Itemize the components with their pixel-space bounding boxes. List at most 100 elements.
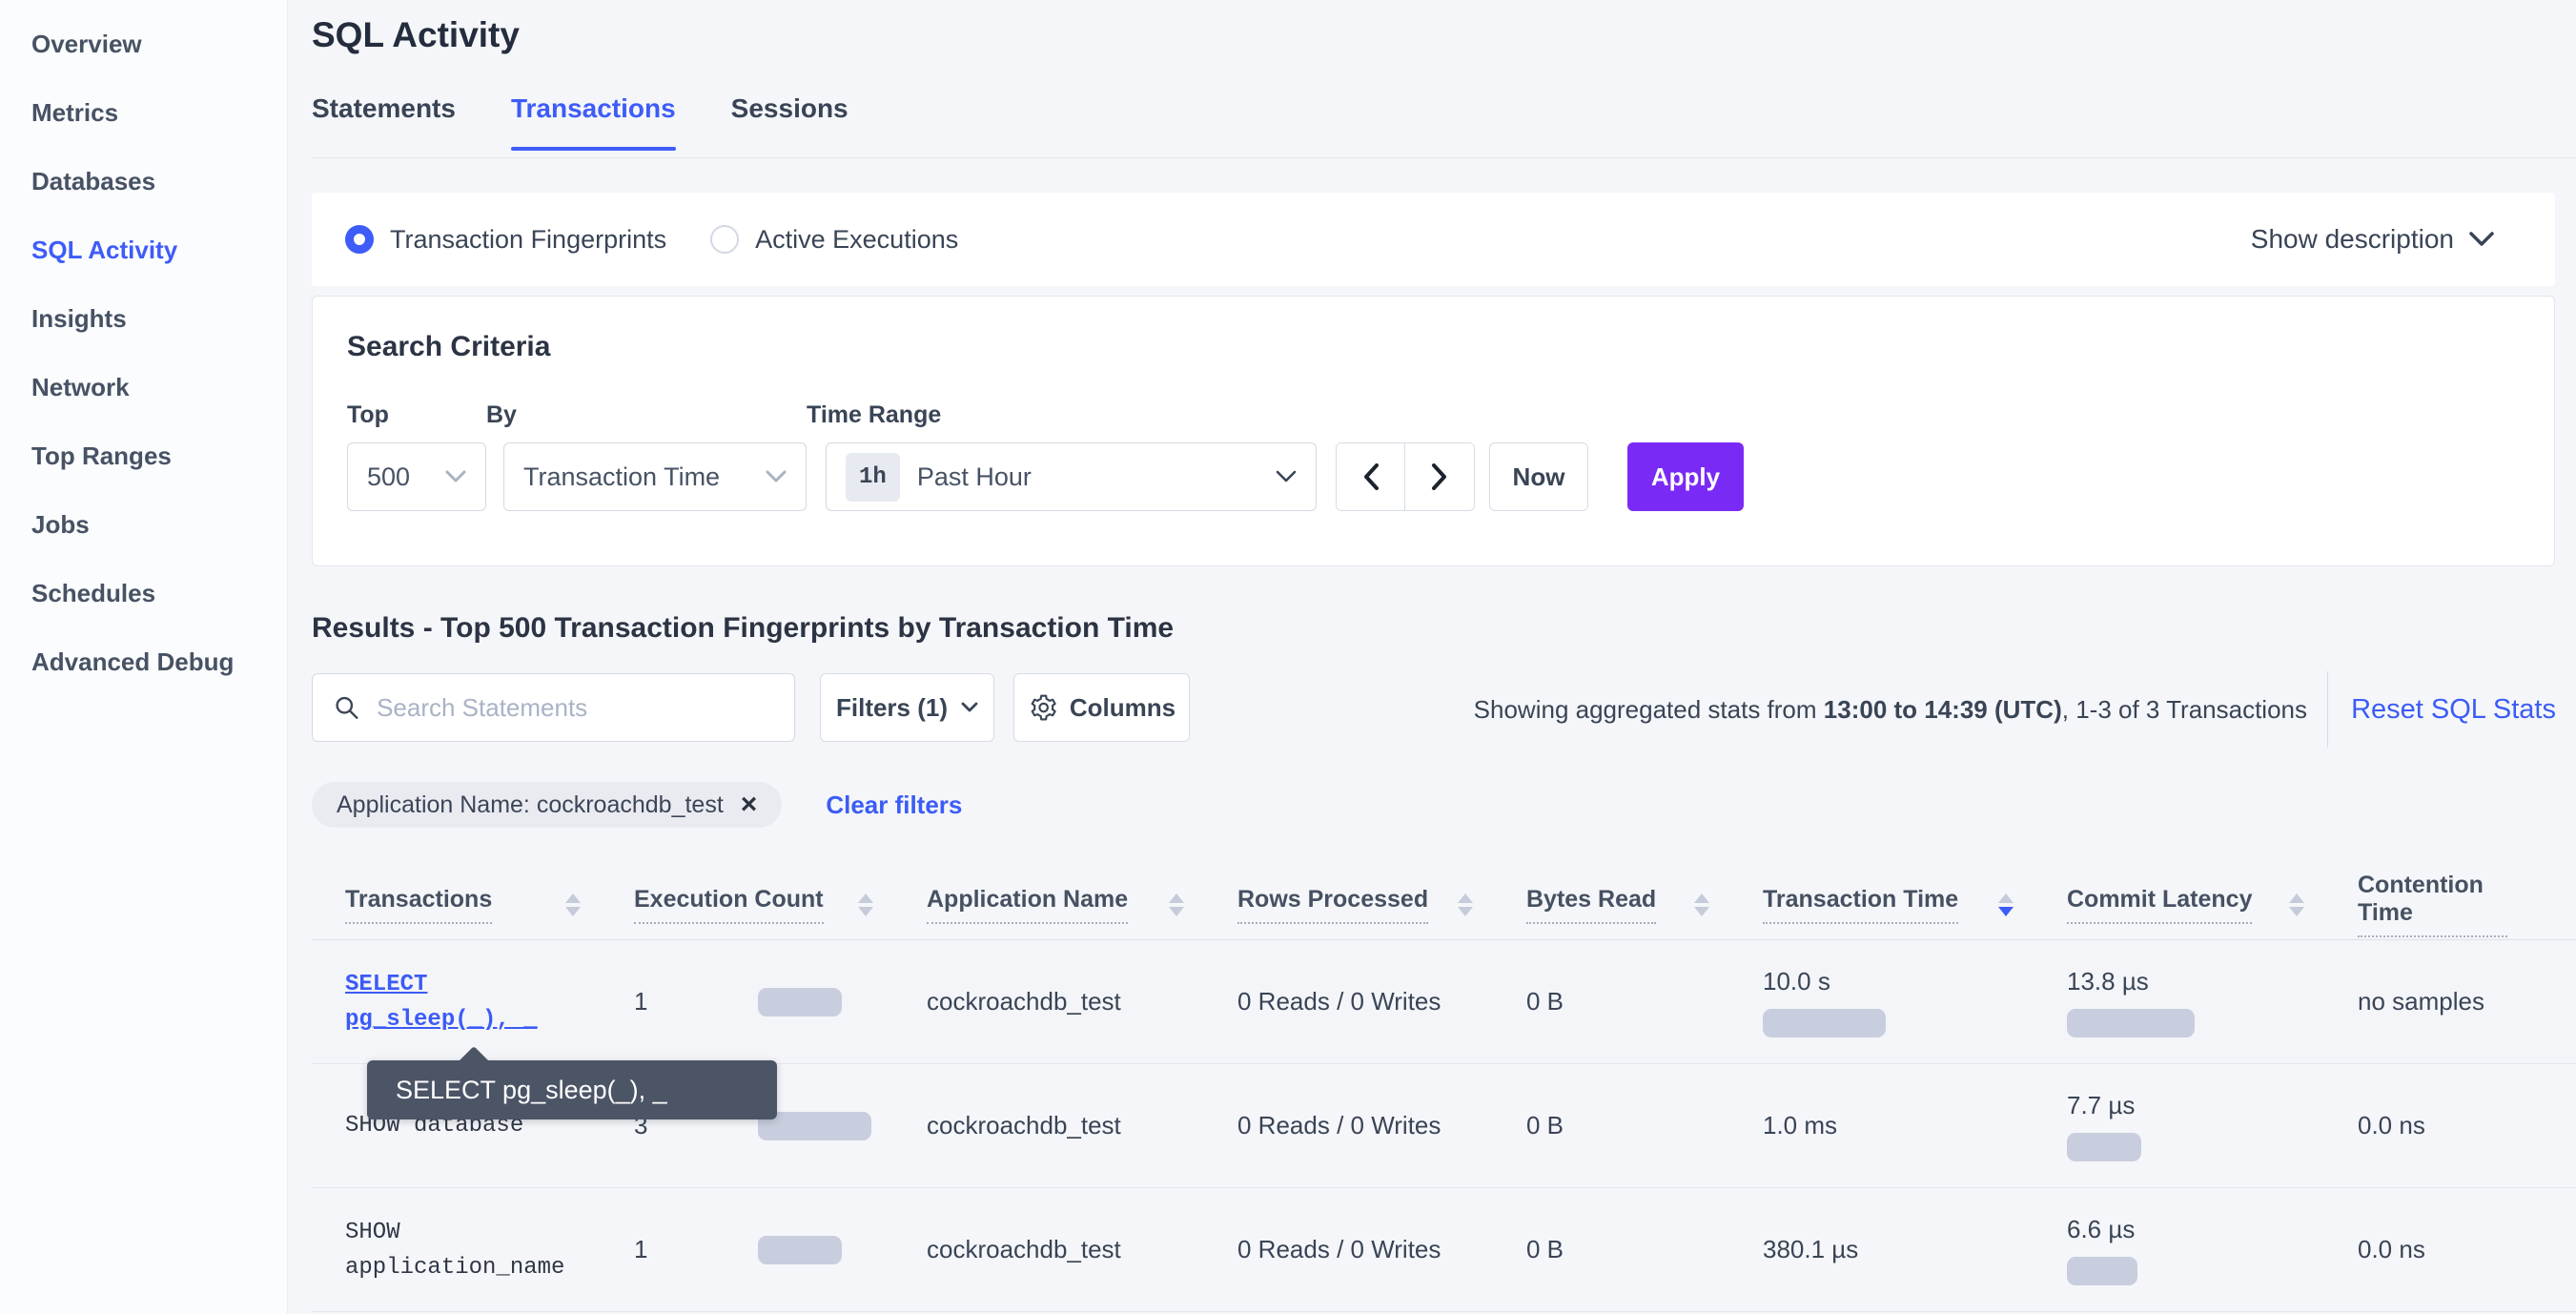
- chevron-down-icon: [2469, 232, 2494, 247]
- time-range-badge: 1h: [846, 453, 900, 502]
- previous-time-button[interactable]: [1337, 443, 1405, 510]
- column-header-transaction-time: Transaction Time: [1763, 886, 2067, 924]
- filters-button[interactable]: Filters (1): [820, 673, 994, 742]
- transaction-time-cell: 380.1 µs: [1763, 1235, 2067, 1264]
- sort-icon[interactable]: [858, 893, 873, 916]
- sort-icon[interactable]: [565, 893, 581, 916]
- radio-label: Active Executions: [755, 225, 958, 255]
- time-pager: [1336, 442, 1475, 511]
- chevron-down-icon: [961, 702, 978, 713]
- transaction-fingerprint-text[interactable]: SHOW application_name: [345, 1220, 564, 1281]
- contention-time-cell: 0.0 ns: [2358, 1111, 2576, 1140]
- sort-icon[interactable]: [1998, 893, 2014, 916]
- chevron-down-icon: [1276, 470, 1297, 483]
- chevron-down-icon: [445, 470, 466, 483]
- filter-chip: Application Name: cockroachdb_test ×: [312, 782, 782, 828]
- transactions-table: Transactions Execution Count Application…: [312, 870, 2576, 1312]
- column-header-bytes-read: Bytes Read: [1526, 886, 1763, 924]
- search-icon: [334, 693, 359, 722]
- sidebar-item-overview[interactable]: Overview: [0, 10, 287, 78]
- app-root: Overview Metrics Databases SQL Activity …: [0, 0, 2576, 1314]
- sidebar-item-sql-activity[interactable]: SQL Activity: [0, 216, 287, 284]
- show-description-label: Show description: [2251, 224, 2454, 255]
- remove-filter-icon[interactable]: ×: [741, 790, 758, 819]
- application-name-cell: cockroachdb_test: [927, 987, 1237, 1016]
- time-range-select[interactable]: 1h Past Hour: [826, 442, 1317, 511]
- rows-processed-cell: 0 Reads / 0 Writes: [1237, 1235, 1526, 1264]
- transaction-cell: SELECT pg_sleep(_), _: [312, 967, 588, 1037]
- tab-sessions[interactable]: Sessions: [731, 93, 848, 151]
- clear-filters-link[interactable]: Clear filters: [826, 790, 962, 820]
- sort-icon[interactable]: [1458, 893, 1473, 916]
- transaction-cell: SHOW application_name: [312, 1215, 588, 1285]
- column-label[interactable]: Transactions: [345, 886, 492, 924]
- sidebar-item-network[interactable]: Network: [0, 353, 287, 421]
- table-row[interactable]: SELECT pg_sleep(_), _ 1 cockroachdb_test…: [312, 940, 2576, 1064]
- now-button[interactable]: Now: [1489, 442, 1588, 511]
- tab-transactions[interactable]: Transactions: [511, 93, 676, 151]
- by-select[interactable]: Transaction Time: [503, 442, 807, 511]
- filter-chip-row: Application Name: cockroachdb_test × Cle…: [312, 782, 962, 828]
- sidebar-item-insights[interactable]: Insights: [0, 284, 287, 353]
- column-label[interactable]: Application Name: [927, 886, 1128, 924]
- next-time-button[interactable]: [1405, 443, 1474, 510]
- column-header-rows-processed: Rows Processed: [1237, 886, 1526, 924]
- column-label[interactable]: Transaction Time: [1763, 886, 1958, 924]
- rows-processed-cell: 0 Reads / 0 Writes: [1237, 987, 1526, 1016]
- vertical-divider: [2327, 671, 2328, 748]
- sort-icon[interactable]: [2289, 893, 2304, 916]
- top-select-value: 500: [367, 462, 410, 492]
- column-label[interactable]: Bytes Read: [1526, 886, 1656, 924]
- execution-count-cell: 1: [634, 1235, 927, 1264]
- stats-range: 13:00 to 14:39 (UTC): [1824, 695, 2062, 725]
- radio-checked-icon[interactable]: [345, 225, 374, 254]
- sidebar-item-schedules[interactable]: Schedules: [0, 559, 287, 627]
- sidebar-item-metrics[interactable]: Metrics: [0, 78, 287, 147]
- results-controls: Filters (1) Columns Showing aggregated s…: [312, 673, 2576, 746]
- commit-latency-cell: 7.7 µs: [2067, 1091, 2358, 1161]
- chevron-right-icon: [1431, 463, 1448, 490]
- transaction-time-cell: 1.0 ms: [1763, 1111, 2067, 1140]
- aggregated-stats-text: Showing aggregated stats from 13:00 to 1…: [1474, 673, 2307, 746]
- application-name-cell: cockroachdb_test: [927, 1235, 1237, 1264]
- column-label[interactable]: Commit Latency: [2067, 886, 2252, 924]
- column-label[interactable]: Execution Count: [634, 886, 824, 924]
- table-row[interactable]: SHOW application_name 1 cockroachdb_test…: [312, 1188, 2576, 1312]
- top-field: Top 500: [347, 401, 486, 511]
- reset-sql-stats-link[interactable]: Reset SQL Stats: [2351, 673, 2556, 746]
- gear-icon: [1028, 693, 1056, 722]
- radio-transaction-fingerprints[interactable]: Transaction Fingerprints: [345, 225, 666, 255]
- execution-count-cell: 1: [634, 987, 927, 1016]
- tab-bar: Statements Transactions Sessions: [312, 93, 848, 151]
- radio-unchecked-icon[interactable]: [710, 225, 739, 254]
- radio-active-executions[interactable]: Active Executions: [710, 225, 958, 255]
- table-header-row: Transactions Execution Count Application…: [312, 870, 2576, 940]
- columns-button[interactable]: Columns: [1013, 673, 1190, 742]
- sidebar-item-databases[interactable]: Databases: [0, 147, 287, 216]
- apply-button[interactable]: Apply: [1627, 442, 1744, 511]
- column-label[interactable]: Rows Processed: [1237, 886, 1428, 924]
- sidebar-item-top-ranges[interactable]: Top Ranges: [0, 421, 287, 490]
- sidebar-item-advanced-debug[interactable]: Advanced Debug: [0, 627, 287, 696]
- sidebar-item-jobs[interactable]: Jobs: [0, 490, 287, 559]
- sidebar: Overview Metrics Databases SQL Activity …: [0, 0, 288, 1314]
- sort-icon[interactable]: [1169, 893, 1184, 916]
- contention-time-cell: no samples: [2358, 987, 2576, 1016]
- sort-icon[interactable]: [1694, 893, 1709, 916]
- top-select[interactable]: 500: [347, 442, 486, 511]
- tooltip-text: SELECT pg_sleep(_), _: [396, 1076, 667, 1105]
- transaction-fingerprint-link[interactable]: SELECT pg_sleep(_), _: [345, 972, 538, 1033]
- bytes-read-cell: 0 B: [1526, 987, 1763, 1016]
- top-label: Top: [347, 401, 486, 429]
- column-label[interactable]: Contention Time: [2358, 872, 2507, 937]
- tab-statements[interactable]: Statements: [312, 93, 456, 151]
- transaction-time-cell: 10.0 s: [1763, 967, 2067, 1037]
- contention-time-cell: 0.0 ns: [2358, 1235, 2576, 1264]
- bytes-read-cell: 0 B: [1526, 1111, 1763, 1140]
- execution-count-value: 1: [634, 1235, 758, 1264]
- show-description-toggle[interactable]: Show description: [2251, 224, 2494, 255]
- radio-label: Transaction Fingerprints: [390, 225, 666, 255]
- filter-chip-label: Application Name: cockroachdb_test: [337, 791, 724, 819]
- commit-latency-bar: [2067, 1009, 2195, 1037]
- search-input[interactable]: [377, 693, 773, 723]
